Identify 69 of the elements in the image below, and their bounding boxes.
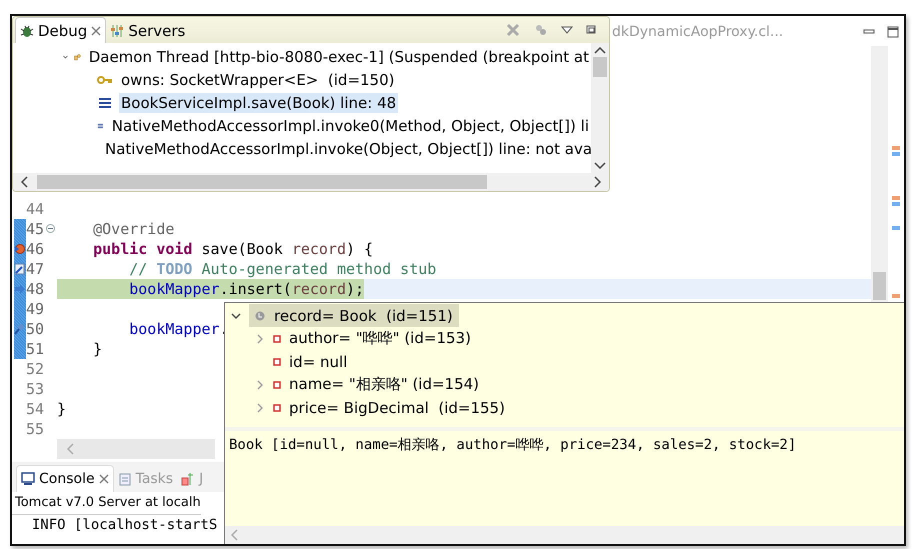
tree-item[interactable]: NativeMethodAccessorImpl.invoke0(Method, Object, Object[]) li (110, 116, 591, 136)
field-icon (273, 358, 281, 366)
tree-item[interactable]: NativeMethodAccessorImpl.invoke(Object, Object[]) line: not ava (103, 138, 591, 158)
line-number: 50 (26, 320, 45, 338)
scroll-thumb[interactable] (873, 272, 886, 300)
code-line: public void save(Book record) { (92, 239, 374, 259)
arrow-icon (14, 283, 25, 295)
code-line: @Override (92, 219, 174, 239)
scroll-down-icon[interactable] (594, 161, 606, 169)
horizontal-scrollbar[interactable] (13, 173, 609, 191)
vertical-scrollbar[interactable] (871, 46, 888, 302)
scroll-right-icon[interactable] (593, 176, 601, 188)
collapse-icon[interactable] (46, 224, 55, 233)
console-title: Tomcat v7.0 Server at localh (12, 492, 201, 514)
view-menu-icon[interactable] (561, 25, 573, 35)
variable-item[interactable]: name= "相亲咯" (id=154) (289, 375, 480, 394)
field-icon (273, 404, 281, 412)
task-icon (14, 263, 25, 275)
local-variable-icon (255, 310, 265, 320)
line-number: 48 (26, 280, 45, 298)
code-line: // TODO Auto-generated method stub (128, 259, 436, 279)
remove-all-icon[interactable] (505, 22, 521, 38)
maximize-icon[interactable] (886, 25, 900, 39)
line-number: 47 (26, 260, 45, 278)
code-line: } (57, 399, 66, 419)
line-number: 55 (26, 420, 45, 438)
tree-item[interactable]: BookServiceImpl.save(Book) line: 48 (119, 92, 398, 112)
server-icon (110, 24, 124, 38)
console-tab[interactable]: Console (16, 465, 114, 492)
scroll-thumb[interactable] (593, 57, 607, 77)
line-number: 45 (26, 220, 45, 238)
key-icon (97, 74, 113, 86)
stack-frame-icon (97, 96, 113, 108)
view-tab[interactable]: Debug (15, 17, 106, 43)
line-number: 49 (26, 300, 45, 318)
minimize-icon[interactable] (585, 24, 597, 36)
scroll-left-icon[interactable] (21, 176, 29, 188)
line-number: 53 (26, 380, 45, 398)
scroll-up-icon[interactable] (594, 47, 606, 55)
clipboard-icon (118, 472, 132, 486)
tree-item[interactable]: Daemon Thread [http-bio-8080-exec-1] (Suspended (breakpoint at (86, 46, 591, 66)
detail-text: Book [id=null, name=相亲咯, author=哗哗, price=234, sales=2, stock=2] (229, 437, 796, 453)
test-icon (181, 472, 196, 486)
variable-item[interactable]: record= Book (id=151) (249, 304, 459, 327)
line-number: 52 (26, 360, 45, 378)
variable-item[interactable]: price= BigDecimal (id=155) (289, 398, 505, 416)
breakpoint-icon (14, 243, 25, 255)
tree-item[interactable]: owns: SocketWrapper<E> (id=150) (119, 70, 396, 90)
vertical-scrollbar[interactable] (591, 43, 609, 173)
view-tab[interactable]: Servers (106, 18, 190, 43)
line-number: 51 (26, 340, 45, 358)
field-icon (273, 380, 281, 388)
monitor-icon (21, 472, 35, 486)
scroll-thumb[interactable] (37, 175, 487, 189)
close-icon[interactable] (98, 474, 109, 484)
bug-icon (20, 24, 34, 38)
code-line: } (92, 339, 102, 359)
line-number: 44 (26, 200, 45, 218)
horizontal-scrollbar[interactable] (225, 526, 904, 544)
line-number: 54 (26, 400, 45, 418)
close-icon[interactable] (91, 26, 102, 36)
threads-icon[interactable] (533, 22, 549, 38)
field-icon (273, 334, 281, 342)
variable-item[interactable]: author= "哗哗" (id=153) (289, 329, 471, 348)
console-line: INFO [localhost-startS (30, 516, 218, 535)
variable-item[interactable]: id= null (289, 352, 348, 370)
horizontal-scrollbar[interactable] (57, 439, 215, 459)
line-number: 46 (26, 240, 45, 258)
magnifier-icon (14, 323, 25, 335)
